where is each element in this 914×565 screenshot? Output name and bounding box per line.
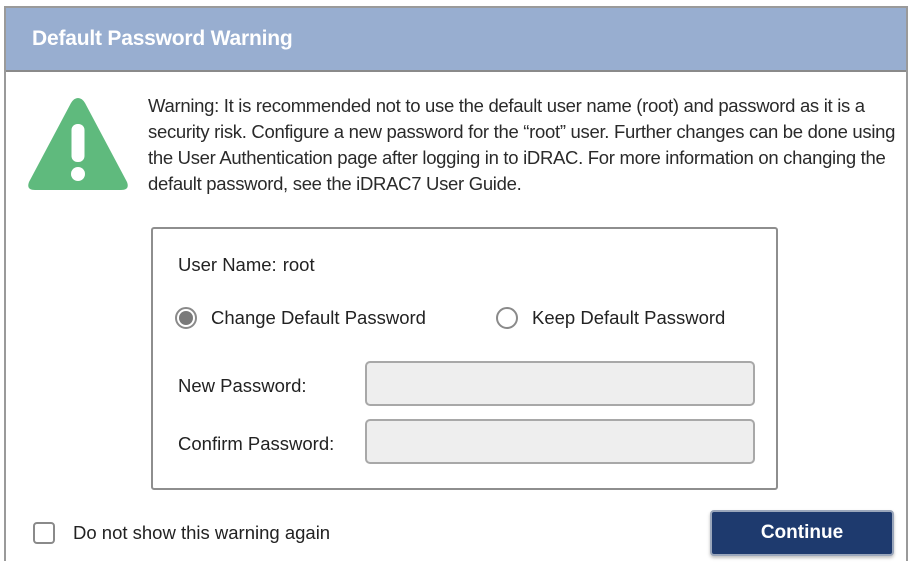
change-password-radio[interactable] bbox=[175, 307, 197, 329]
change-password-option[interactable]: Change Default Password bbox=[175, 307, 426, 329]
dialog-titlebar: Default Password Warning bbox=[6, 8, 906, 72]
warning-triangle-icon bbox=[28, 98, 128, 190]
confirm-password-input[interactable] bbox=[365, 419, 755, 464]
warning-message: Warning: It is recommended not to use th… bbox=[148, 95, 896, 194]
new-password-input[interactable] bbox=[365, 361, 755, 406]
username-label: User Name: bbox=[178, 254, 277, 275]
keep-password-label[interactable]: Keep Default Password bbox=[532, 307, 725, 329]
change-password-label[interactable]: Change Default Password bbox=[211, 307, 426, 329]
keep-password-radio[interactable] bbox=[496, 307, 518, 329]
continue-button[interactable]: Continue bbox=[710, 510, 894, 556]
username-value: root bbox=[282, 254, 315, 275]
dont-show-again-checkbox[interactable] bbox=[33, 522, 55, 544]
keep-password-option[interactable]: Keep Default Password bbox=[496, 307, 725, 329]
credentials-form: User Name: root Change Default Password … bbox=[151, 227, 778, 490]
dialog-title: Default Password Warning bbox=[32, 27, 293, 50]
dont-show-again-label[interactable]: Do not show this warning again bbox=[73, 522, 330, 544]
new-password-label: New Password: bbox=[178, 375, 307, 396]
default-password-dialog: Default Password Warning Warning: It is … bbox=[4, 6, 908, 561]
username-row: User Name: root bbox=[178, 254, 315, 276]
dont-show-again-option[interactable]: Do not show this warning again bbox=[33, 522, 330, 544]
confirm-password-label: Confirm Password: bbox=[178, 433, 335, 454]
